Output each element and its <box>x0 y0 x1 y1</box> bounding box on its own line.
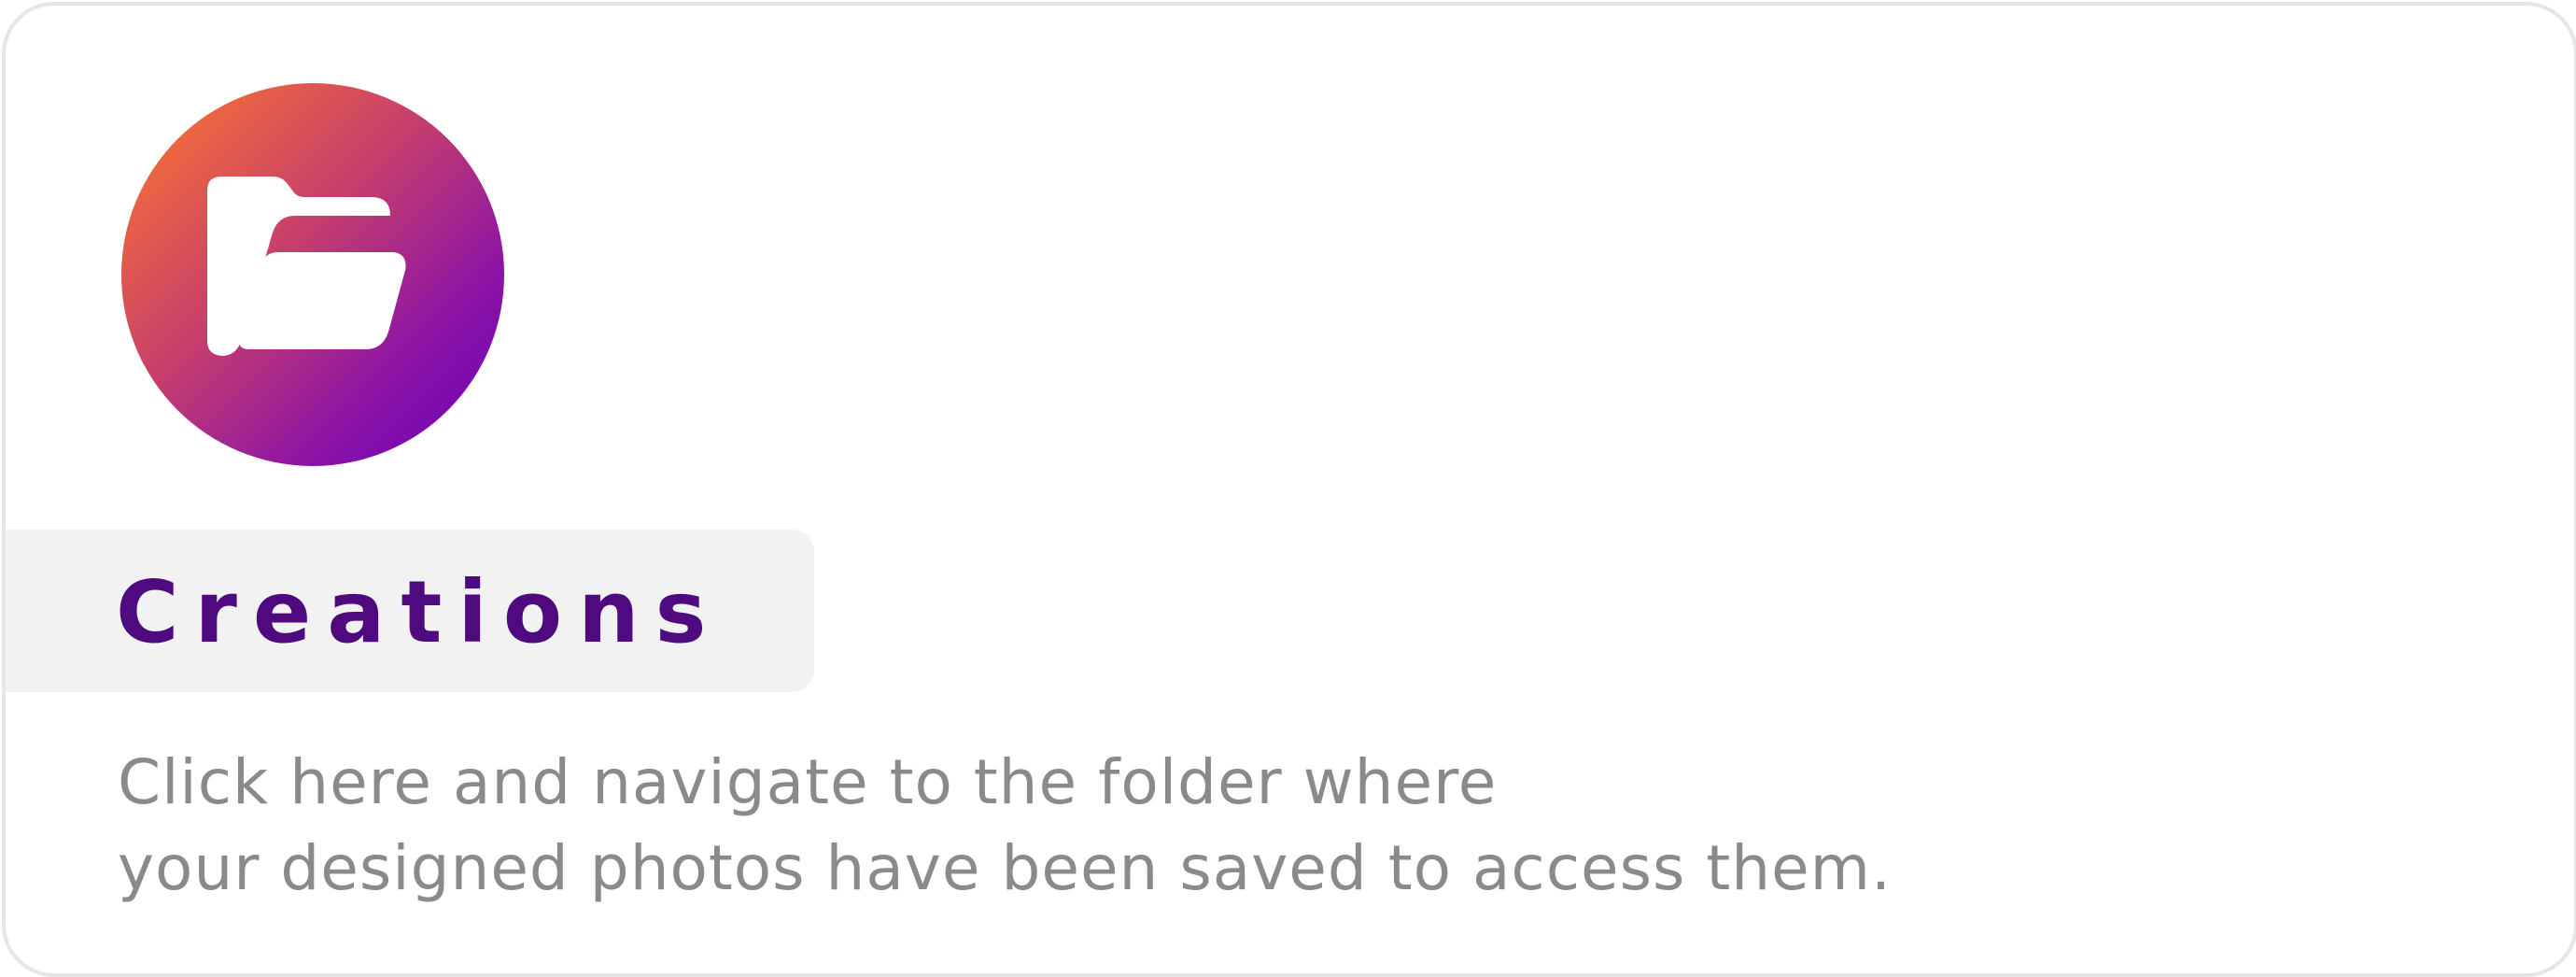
description-line-2: your designed photos have been saved to … <box>118 832 1892 904</box>
card-title: Creations <box>116 562 723 662</box>
creations-card[interactable]: Creations Click here and navigate to the… <box>2 2 2576 977</box>
card-description: Click here and navigate to the folder wh… <box>118 740 2452 912</box>
description-line-1: Click here and navigate to the folder wh… <box>118 746 1498 818</box>
folder-icon <box>121 83 504 466</box>
